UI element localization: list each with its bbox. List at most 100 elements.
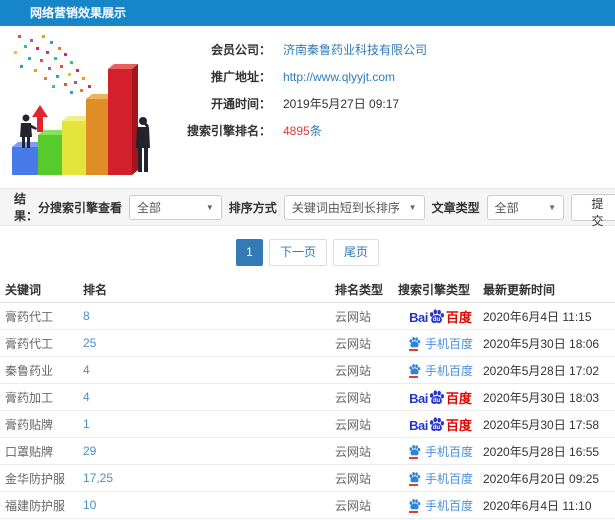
red-underline: [408, 375, 418, 378]
update-time-cell: 2020年6月20日 09:25: [483, 471, 600, 486]
engine-cell: Bai du 百度: [398, 308, 483, 324]
table-body: 膏药代工 8 云网站 Bai du 百度 2020年6月4日 11:15 膏药代工 …: [0, 303, 615, 520]
baidu-paw-icon: [409, 471, 421, 482]
table-row: 膏药加工 4 云网站 Bai du 百度 2020年5月30日 18:03: [0, 384, 615, 411]
rank-type-cell: 云网站: [335, 390, 372, 405]
last-page-button[interactable]: 尾页: [333, 239, 380, 266]
engine-filter-select[interactable]: 全部 ▼: [129, 194, 222, 220]
filter-bar: 结果： 分搜索引擎查看 全部 ▼ 排序方式 关键词由短到长排序 ▼ 文章类型 全…: [0, 188, 615, 228]
mobile-baidu-logo: 手机百度: [408, 497, 473, 514]
result-label: 结果：: [14, 192, 39, 223]
red-underline: [408, 510, 418, 513]
engine-cell: 手机百度: [398, 497, 483, 514]
rank-count-number: 4895: [283, 124, 310, 138]
filter-controls: 分搜索引擎查看 全部 ▼ 排序方式 关键词由短到长排序 ▼ 文章类型 全部 ▼ …: [38, 193, 615, 228]
table-row: 秦鲁药业 4 云网站 手机百度 2020年5月28日 17:02: [0, 357, 615, 384]
mobile-baidu-logo: 手机百度: [408, 470, 473, 487]
engine-filter-value: 全部: [137, 200, 162, 215]
bar-red: [108, 64, 138, 175]
engine-cell: 手机百度: [398, 335, 483, 352]
article-type-select[interactable]: 全部 ▼: [486, 194, 565, 220]
keyword-cell: 膏药代工: [5, 309, 54, 324]
rank-count-unit: 条: [309, 124, 322, 138]
article-type-value: 全部: [494, 200, 519, 215]
table-header: 关键词 排名 排名类型 搜索引擎类型 最新更新时间: [0, 277, 615, 303]
keyword-cell: 口罩贴牌: [5, 444, 54, 459]
update-time-cell: 2020年5月28日 16:55: [483, 444, 600, 459]
page-title-bar: 网络营销效果展示: [0, 0, 615, 26]
table-row: 福建防护服 10 云网站 手机百度 2020年6月4日 11:10: [0, 492, 615, 519]
confetti-dots: [14, 35, 91, 94]
rank-type-cell: 云网站: [335, 336, 372, 351]
rank-count-value: 4895条: [283, 122, 322, 139]
chevron-down-icon: ▼: [205, 202, 214, 212]
open-time-label: 开通时间：: [210, 97, 271, 111]
engine-cell: 手机百度: [398, 470, 483, 487]
article-type-label: 文章类型: [431, 200, 480, 215]
mobile-baidu-logo: 手机百度: [408, 335, 473, 352]
rank-link[interactable]: 25: [83, 336, 96, 350]
rank-link[interactable]: 1: [83, 417, 90, 431]
page-button-1[interactable]: 1: [235, 239, 263, 266]
mobile-baidu-logo: 手机百度: [408, 443, 473, 460]
baidu-paw-icon: [409, 336, 421, 347]
rank-count-row: 搜索引擎排名： 4895条: [175, 117, 427, 144]
member-company-link[interactable]: 济南秦鲁药业科技有限公司: [283, 41, 427, 58]
red-underline: [408, 348, 418, 351]
baidu-logo: Bai du 百度: [409, 390, 472, 406]
rank-link[interactable]: 10: [83, 498, 96, 512]
rank-type-cell: 云网站: [335, 309, 372, 324]
pagination: 1 下一页 尾页: [0, 226, 615, 272]
update-time-cell: 2020年6月4日 11:10: [483, 498, 592, 513]
rank-type-cell: 云网站: [335, 498, 372, 513]
member-company-row: 会员公司： 济南秦鲁药业科技有限公司: [175, 36, 427, 63]
baidu-paw-icon: [409, 363, 421, 374]
info-section: 会员公司： 济南秦鲁药业科技有限公司 推广地址： http://www.qlyy…: [0, 26, 615, 182]
info-form: 会员公司： 济南秦鲁药业科技有限公司 推广地址： http://www.qlyy…: [175, 26, 427, 182]
rank-link[interactable]: 17,25: [83, 471, 113, 485]
update-time-cell: 2020年5月30日 18:06: [483, 336, 600, 351]
table-row: 膏药代工 25 云网站 手机百度 2020年5月30日 18:06: [0, 330, 615, 357]
rank-link[interactable]: 8: [83, 309, 90, 323]
next-page-button[interactable]: 下一页: [268, 239, 327, 266]
results-table: 关键词 排名 排名类型 搜索引擎类型 最新更新时间 膏药代工 8 云网站 Bai…: [0, 277, 615, 520]
businessman-right: [136, 117, 150, 172]
col-keyword: 关键词: [5, 283, 42, 297]
rank-type-cell: 云网站: [335, 417, 372, 432]
col-update-time: 最新更新时间: [483, 283, 556, 297]
keyword-cell: 膏药贴牌: [5, 417, 54, 432]
baidu-logo: Bai du 百度: [409, 309, 472, 325]
chevron-down-icon: ▼: [548, 202, 557, 212]
update-time-cell: 2020年5月28日 17:02: [483, 363, 600, 378]
baidu-paw-icon: [409, 444, 421, 455]
rank-type-cell: 云网站: [335, 444, 372, 459]
mobile-baidu-logo: 手机百度: [408, 362, 473, 379]
open-time-row: 开通时间： 2019年5月27日 09:17: [175, 90, 427, 117]
engine-cell: Bai du 百度: [398, 389, 483, 405]
rank-link[interactable]: 4: [83, 363, 90, 377]
rank-link[interactable]: 4: [83, 390, 90, 404]
keyword-cell: 膏药加工: [5, 390, 54, 405]
sort-filter-select[interactable]: 关键词由短到长排序 ▼: [283, 194, 425, 220]
col-engine-type: 搜索引擎类型: [398, 283, 471, 297]
update-time-cell: 2020年5月30日 18:03: [483, 390, 600, 405]
baidu-logo: Bai du 百度: [409, 417, 472, 433]
rank-count-label: 搜索引擎排名：: [186, 124, 271, 138]
rank-type-cell: 云网站: [335, 471, 372, 486]
rank-link[interactable]: 29: [83, 444, 96, 458]
member-company-label: 会员公司：: [210, 43, 271, 57]
update-time-cell: 2020年5月30日 17:58: [483, 417, 600, 432]
chevron-down-icon: ▼: [408, 202, 417, 212]
keyword-cell: 金华防护服: [5, 471, 66, 486]
submit-button[interactable]: 提交: [571, 193, 615, 228]
promo-url-link[interactable]: http://www.qlyyjt.com: [283, 70, 395, 84]
col-rank-type: 排名类型: [335, 283, 384, 297]
table-row: 膏药贴牌 1 云网站 Bai du 百度 2020年5月30日 17:58: [0, 411, 615, 438]
col-rank: 排名: [83, 283, 108, 297]
keyword-cell: 膏药代工: [5, 336, 54, 351]
baidu-paw-icon: [409, 498, 421, 509]
marketing-chart-image: [12, 35, 150, 175]
page-title: 网络营销效果展示: [30, 6, 127, 20]
sort-filter-label: 排序方式: [228, 200, 277, 215]
page: 网络营销效果展示 会员公司： 济南秦鲁药业科技有限公司 推广地址： http:/…: [0, 0, 615, 520]
